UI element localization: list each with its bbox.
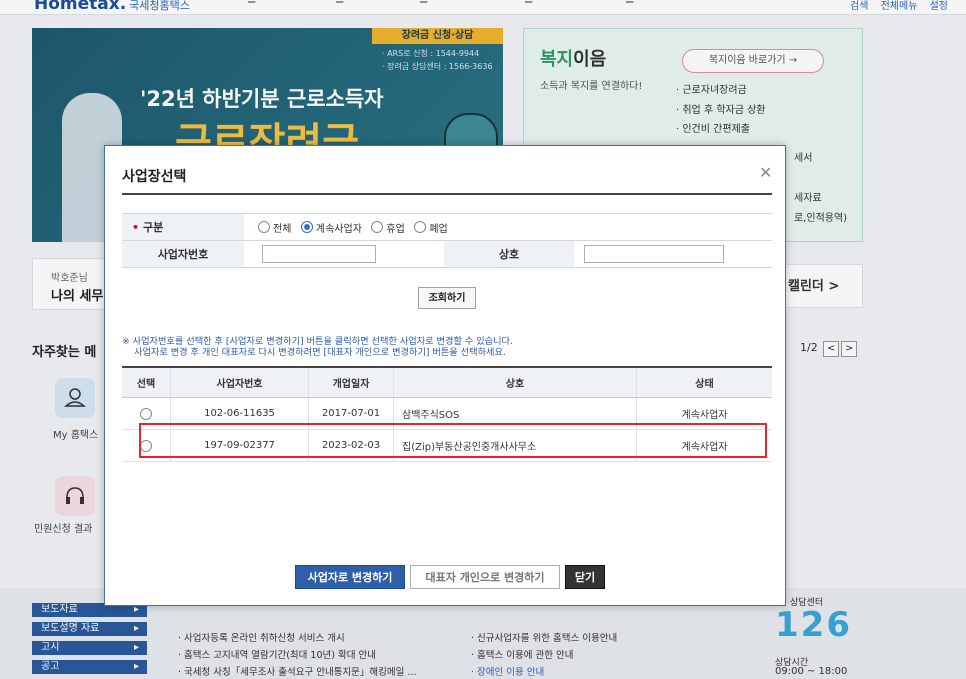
type-label-cell: • 구분 bbox=[122, 213, 244, 241]
col-bizno: 사업자번호 bbox=[170, 366, 309, 398]
change-to-business-button[interactable]: 사업자로 변경하기 bbox=[295, 565, 405, 589]
company-name-input[interactable] bbox=[584, 245, 724, 263]
col-company-name: 상호 bbox=[393, 366, 637, 398]
type-options: 전체 계속사업자 휴업 폐업 bbox=[244, 213, 772, 241]
row-bizno: 102-06-11635 bbox=[170, 397, 309, 430]
col-status: 상태 bbox=[636, 366, 772, 398]
row-select-radio[interactable] bbox=[140, 407, 152, 420]
radio-closed[interactable] bbox=[414, 221, 427, 233]
business-select-dialog: 사업장선택 ✕ • 구분 전체 계속사업자 휴업 폐업 사업자번호 상호 조회하기… bbox=[104, 145, 786, 606]
bizno-input[interactable] bbox=[262, 245, 376, 263]
title-divider bbox=[122, 193, 772, 195]
search-button[interactable]: 조회하기 bbox=[418, 287, 476, 309]
row-company-name: 삼백주식SOS bbox=[393, 397, 637, 430]
table-row[interactable]: 197-09-02377 2023-02-03 집(Zip)부동산공인중개사사무… bbox=[122, 429, 772, 462]
radio-all[interactable] bbox=[258, 221, 270, 233]
company-name-label: 상호 bbox=[444, 240, 574, 268]
radio-active-business[interactable] bbox=[300, 221, 313, 233]
row-open-date: 2017-07-01 bbox=[308, 397, 394, 430]
row-bizno: 197-09-02377 bbox=[170, 429, 309, 462]
row-company-name: 집(Zip)부동산공인중개사사무소 bbox=[393, 429, 637, 462]
search-form: • 구분 전체 계속사업자 휴업 폐업 사업자번호 상호 bbox=[122, 213, 772, 268]
col-open-date: 개업일자 bbox=[308, 366, 394, 398]
row-open-date: 2023-02-03 bbox=[308, 429, 394, 462]
bizno-label: 사업자번호 bbox=[122, 240, 244, 268]
business-table: 선택 사업자번호 개업일자 상호 상태 102-06-11635 2017-07… bbox=[122, 366, 772, 462]
table-row[interactable]: 102-06-11635 2017-07-01 삼백주식SOS 계속사업자 bbox=[122, 397, 772, 430]
radio-suspended[interactable] bbox=[371, 221, 384, 233]
notice-text: ※ 사업자번호를 선택한 후 [사업자로 변경하기] 버튼을 클릭하면 선택한 … bbox=[122, 336, 513, 358]
row-status: 계속사업자 bbox=[636, 429, 772, 462]
col-select: 선택 bbox=[122, 366, 171, 398]
close-icon[interactable]: ✕ bbox=[759, 165, 772, 181]
table-header: 선택 사업자번호 개업일자 상호 상태 bbox=[122, 366, 772, 398]
close-button[interactable]: 닫기 bbox=[565, 565, 605, 589]
row-status: 계속사업자 bbox=[636, 397, 772, 430]
change-to-representative-button[interactable]: 대표자 개인으로 변경하기 bbox=[410, 565, 560, 589]
dialog-title: 사업장선택 bbox=[122, 169, 187, 185]
row-select-radio[interactable] bbox=[140, 439, 152, 452]
